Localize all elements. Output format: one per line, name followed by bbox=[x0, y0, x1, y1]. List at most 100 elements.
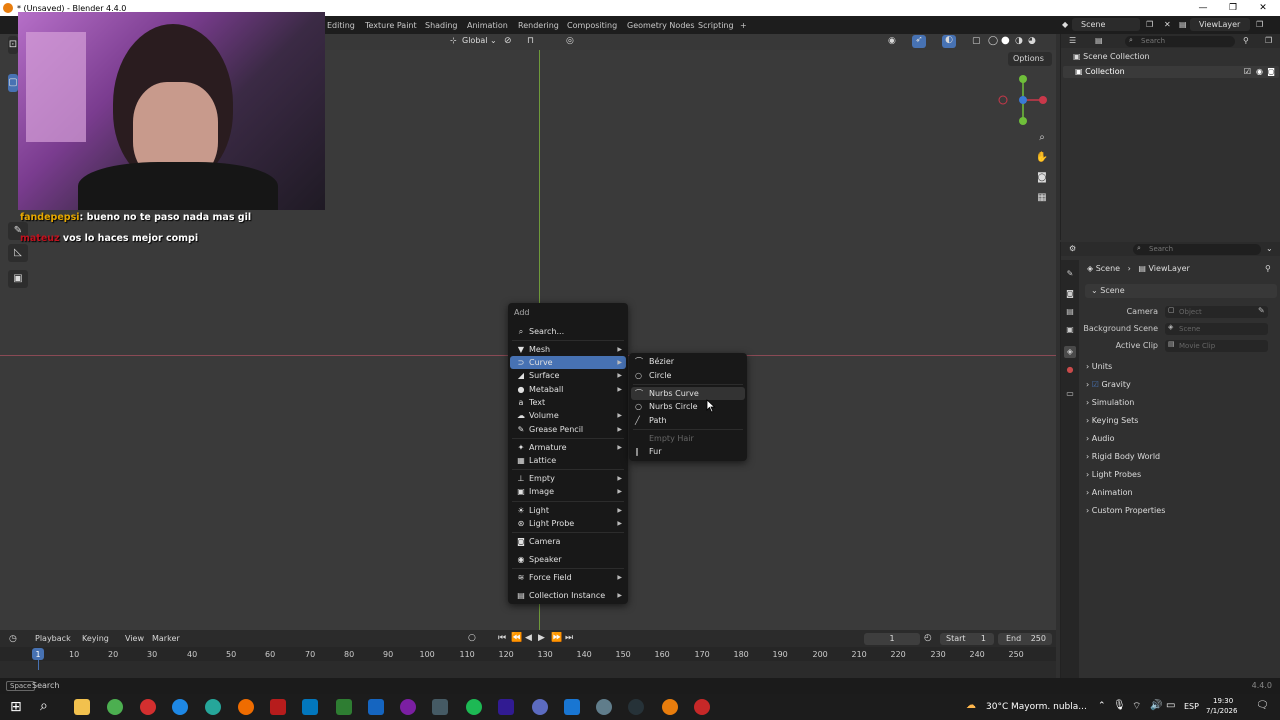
add-menu-item-armature[interactable]: ✦ Armature ▶ bbox=[510, 441, 626, 454]
tab-geometry-nodes[interactable]: Geometry Nodes bbox=[627, 18, 694, 33]
opera-icon[interactable] bbox=[140, 699, 156, 715]
discord-icon[interactable] bbox=[532, 699, 548, 715]
background-scene-field[interactable]: Scene bbox=[1165, 323, 1268, 335]
gravity-checkbox[interactable]: ☑ bbox=[1092, 380, 1102, 389]
zoom-icon[interactable]: ⌕ bbox=[1034, 130, 1050, 146]
navigation-gizmo[interactable] bbox=[996, 70, 1052, 126]
delete-scene-icon[interactable]: ✕ bbox=[1164, 17, 1171, 32]
add-menu-item-search[interactable]: ⌕ Search... bbox=[510, 325, 626, 338]
world-tab-icon[interactable]: ● bbox=[1064, 364, 1076, 376]
editor-type-icon[interactable]: ☰ bbox=[1069, 36, 1076, 45]
jump-end-icon[interactable]: ⏭ bbox=[565, 633, 573, 643]
app-icon[interactable] bbox=[205, 699, 221, 715]
add-menu-item-mesh[interactable]: ▼ Mesh ▶ bbox=[510, 343, 626, 356]
volume-icon[interactable]: 🔊 bbox=[1150, 700, 1162, 711]
tab-scripting[interactable]: Scripting bbox=[698, 18, 734, 33]
render-tab-icon[interactable]: ◙ bbox=[1064, 288, 1076, 300]
file-explorer-icon[interactable] bbox=[74, 699, 90, 715]
tab-shading[interactable]: Shading bbox=[425, 18, 458, 33]
panel-header-keying-sets[interactable]: › Keying Sets bbox=[1086, 414, 1268, 428]
play-icon[interactable]: ▶ bbox=[538, 633, 545, 643]
pycharm-icon[interactable] bbox=[336, 699, 352, 715]
end-frame-field[interactable]: End 250 bbox=[998, 633, 1052, 645]
curve-menu-item-nurbs-curve[interactable]: ⌒ Nurbs Curve bbox=[631, 387, 745, 400]
curve-menu-item-b-zier[interactable]: ⌒ Bézier bbox=[631, 355, 745, 368]
play-reverse-icon[interactable]: ◀ bbox=[525, 633, 532, 643]
add-menu-item-volume[interactable]: ☁ Volume ▶ bbox=[510, 409, 626, 422]
weather-temp[interactable]: 30°C bbox=[986, 702, 1008, 712]
add-cube-tool-icon[interactable]: ▣ bbox=[8, 270, 28, 288]
battery-icon[interactable]: ▭ bbox=[1166, 700, 1175, 711]
stopwatch-icon[interactable]: ◴ bbox=[924, 633, 932, 643]
curve-menu-item-fur[interactable]: ∥ Fur bbox=[631, 445, 745, 458]
add-menu-item-curve[interactable]: ⊃ Curve ▶ bbox=[510, 356, 626, 369]
checkbox-icon[interactable]: ☑ bbox=[1244, 66, 1251, 78]
material-shading-icon[interactable]: ◑ bbox=[1015, 36, 1023, 46]
clock-date[interactable]: 7/1/2026 bbox=[1206, 707, 1237, 715]
minimize-button[interactable]: — bbox=[1188, 0, 1218, 16]
eyedropper-icon[interactable]: ✎ bbox=[1258, 306, 1265, 315]
record-icon[interactable]: ○ bbox=[468, 633, 476, 643]
camera-icon[interactable]: ◙ bbox=[1267, 66, 1275, 78]
select-tool-icon[interactable]: ⊡ bbox=[8, 36, 18, 54]
add-menu-item-camera[interactable]: ◙ Camera bbox=[510, 535, 626, 548]
add-workspace-button[interactable]: + bbox=[740, 18, 747, 33]
jump-start-icon[interactable]: ⏮ bbox=[498, 633, 506, 643]
panel-header-scene[interactable]: ⌄ Scene bbox=[1085, 284, 1277, 298]
gizmo-toggle-icon[interactable]: ➶ bbox=[912, 35, 926, 48]
timeline-editor-type-icon[interactable]: ◷ bbox=[9, 634, 17, 644]
word-icon[interactable] bbox=[564, 699, 580, 715]
add-menu-item-image[interactable]: ▣ Image ▶ bbox=[510, 485, 626, 498]
next-keyframe-icon[interactable]: ⏩ bbox=[551, 633, 562, 643]
new-viewlayer-icon[interactable]: ❐ bbox=[1256, 17, 1263, 32]
editor-type-icon[interactable]: ⚙ bbox=[1069, 244, 1076, 253]
pin-icon[interactable]: ⚲ bbox=[1265, 264, 1271, 273]
visibility-icon[interactable]: ◉ bbox=[888, 36, 896, 46]
curve-menu-item-nurbs-circle[interactable]: ○ Nurbs Circle bbox=[631, 400, 745, 413]
playback-menu[interactable]: Playback bbox=[35, 634, 71, 643]
panel-header-units[interactable]: › Units bbox=[1086, 360, 1268, 374]
panel-header-animation[interactable]: › Animation bbox=[1086, 486, 1268, 500]
add-menu-item-surface[interactable]: ◢ Surface ▶ bbox=[510, 369, 626, 382]
app-icon[interactable] bbox=[432, 699, 448, 715]
collection-tab-icon[interactable]: ▭ bbox=[1064, 388, 1076, 400]
add-menu-item-speaker[interactable]: ◉ Speaker bbox=[510, 553, 626, 566]
tab-texture-paint[interactable]: Texture Paint bbox=[365, 18, 417, 33]
search-icon[interactable]: ⌕ bbox=[40, 698, 48, 714]
add-menu-item-collection-instance[interactable]: ▤ Collection Instance ▶ bbox=[510, 589, 626, 602]
view-menu[interactable]: View bbox=[125, 634, 144, 643]
measure-tool-icon[interactable]: ◺ bbox=[8, 244, 28, 262]
app-icon[interactable] bbox=[400, 699, 416, 715]
panel-header-audio[interactable]: › Audio bbox=[1086, 432, 1268, 446]
add-menu-item-light-probe[interactable]: ⊛ Light Probe ▶ bbox=[510, 517, 626, 530]
eye-icon[interactable]: ◉ bbox=[1256, 66, 1263, 78]
outliner-search-input[interactable]: ⌕ Search bbox=[1125, 36, 1235, 47]
tool-tab-icon[interactable]: ✎ bbox=[1064, 268, 1076, 280]
pivot-icon[interactable]: ⊘ bbox=[504, 36, 512, 46]
tab-animation[interactable]: Animation bbox=[467, 18, 508, 33]
snap-icon[interactable]: ⊓ bbox=[527, 36, 534, 46]
active-clip-field[interactable]: Movie Clip bbox=[1165, 340, 1268, 352]
camera-field[interactable]: Object bbox=[1165, 306, 1268, 318]
spotify-icon[interactable] bbox=[466, 699, 482, 715]
tab-editing[interactable]: Editing bbox=[327, 18, 355, 33]
current-frame-field[interactable]: 1 bbox=[864, 633, 920, 645]
options-dropdown[interactable]: Options bbox=[1008, 52, 1052, 66]
app-icon[interactable] bbox=[302, 699, 318, 715]
solid-shading-icon[interactable]: ● bbox=[1001, 35, 1010, 46]
curve-menu-item-path[interactable]: ╱ Path bbox=[631, 414, 745, 427]
add-menu-item-text[interactable]: a Text bbox=[510, 396, 626, 409]
panel-header-custom-properties[interactable]: › Custom Properties bbox=[1086, 504, 1268, 518]
notification-icon[interactable]: 🗨 bbox=[1256, 700, 1269, 711]
tab-rendering[interactable]: Rendering bbox=[518, 18, 559, 33]
select-box-tool-icon[interactable]: ▢ bbox=[8, 74, 18, 92]
properties-search-input[interactable]: ⌕ Search bbox=[1133, 244, 1261, 255]
clock-time[interactable]: 19:30 bbox=[1213, 697, 1233, 705]
after-effects-icon[interactable] bbox=[498, 699, 514, 715]
vscode-icon[interactable] bbox=[368, 699, 384, 715]
panel-header-rigid-body-world[interactable]: › Rigid Body World bbox=[1086, 450, 1268, 464]
app-icon[interactable] bbox=[596, 699, 612, 715]
xray-icon[interactable]: ▢ bbox=[972, 36, 981, 46]
collection-row[interactable]: ▣ Collection ☑ ◉ ◙ bbox=[1063, 66, 1279, 78]
proportional-edit-icon[interactable]: ◎ bbox=[566, 36, 574, 46]
